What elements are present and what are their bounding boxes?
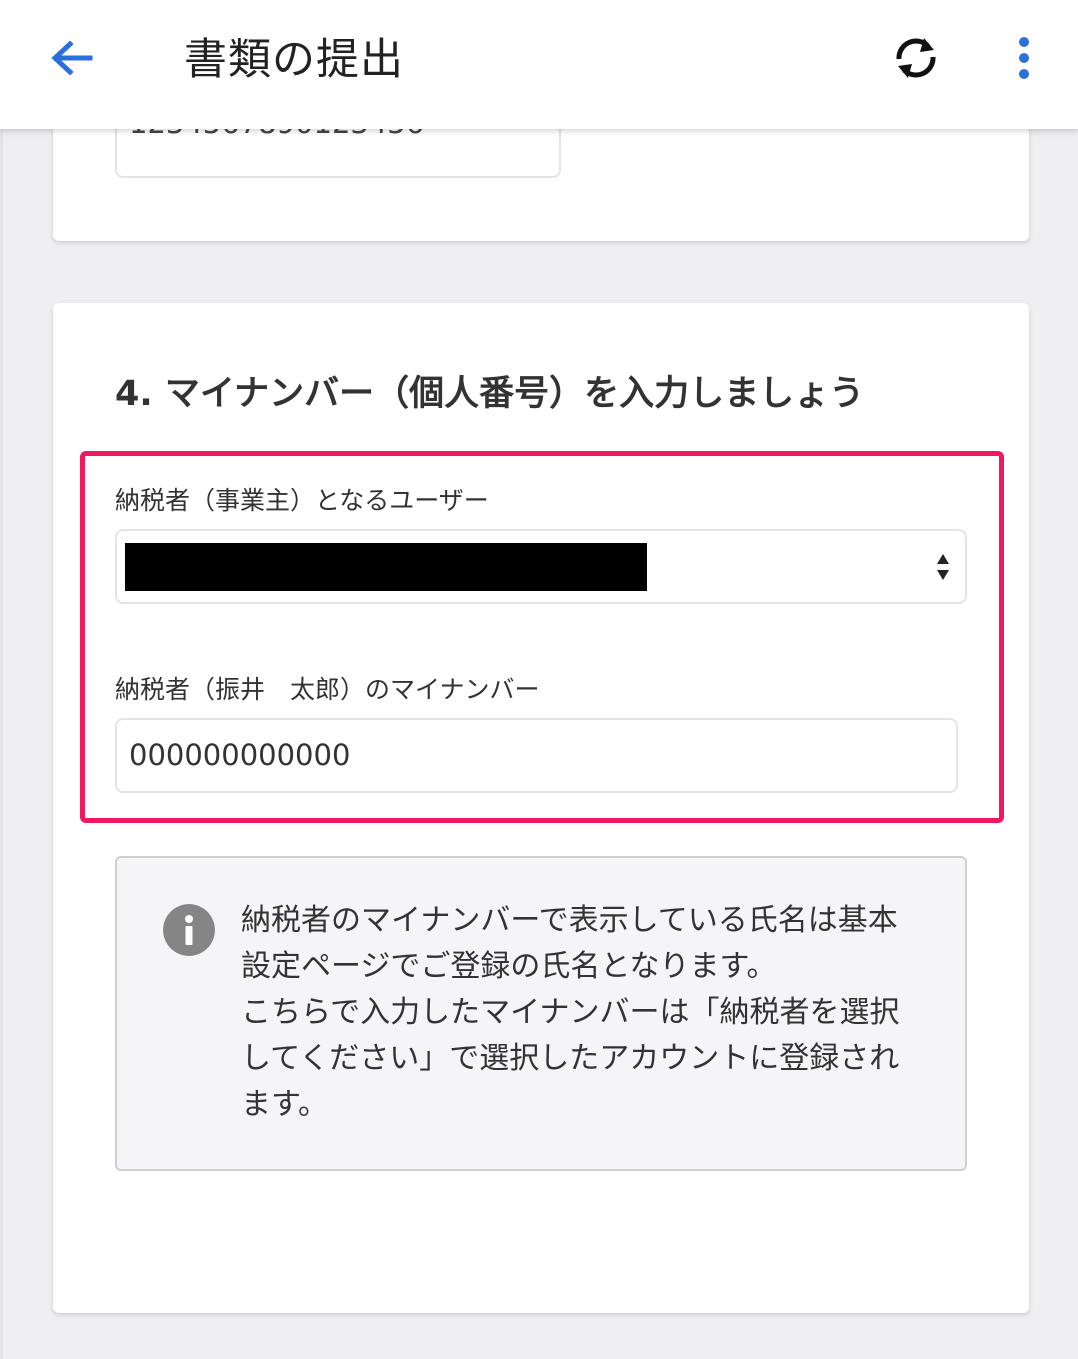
redacted-user-name — [125, 543, 647, 591]
arrow-left-icon — [51, 40, 93, 76]
section-title: 4. マイナンバー（個人番号）を入力しましょう — [115, 374, 865, 414]
info-line: こちらで入力したマイナンバーは「納税者を選択 — [241, 995, 900, 1030]
mynumber-label: 納税者（振井 太郎）のマイナンバー — [115, 675, 540, 704]
page-title: 書類の提出 — [184, 35, 404, 85]
more-options-button[interactable] — [1004, 30, 1044, 90]
info-line: してください」で選択したアカウントに登録され — [241, 1041, 900, 1076]
info-text: 納税者のマイナンバーで表示している氏名は基本 設定ページでご登録の氏名となります… — [241, 898, 921, 1128]
info-line: 納税者のマイナンバーで表示している氏名は基本 — [241, 903, 898, 938]
scrollbar-track — [0, 129, 3, 1359]
sync-icon — [896, 38, 936, 78]
info-notice: 納税者のマイナンバーで表示している氏名は基本 設定ページでご登録の氏名となります… — [115, 856, 967, 1171]
more-vert-icon — [1019, 37, 1029, 79]
taxpayer-user-select[interactable] — [115, 529, 967, 604]
select-arrows-icon — [937, 554, 949, 580]
back-button[interactable] — [40, 24, 104, 88]
sync-button[interactable] — [884, 26, 948, 90]
info-icon — [163, 904, 215, 956]
mynumber-input[interactable]: 000000000000 — [115, 718, 958, 793]
info-line: ます。 — [241, 1087, 328, 1122]
taxpayer-user-label: 納税者（事業主）となるユーザー — [115, 486, 489, 515]
app-bar: 書類の提出 — [0, 0, 1078, 129]
mynumber-section-card: 4. マイナンバー（個人番号）を入力しましょう 納税者（事業主）となるユーザー … — [53, 303, 1029, 1313]
info-line: 設定ページでご登録の氏名となります。 — [241, 949, 777, 984]
